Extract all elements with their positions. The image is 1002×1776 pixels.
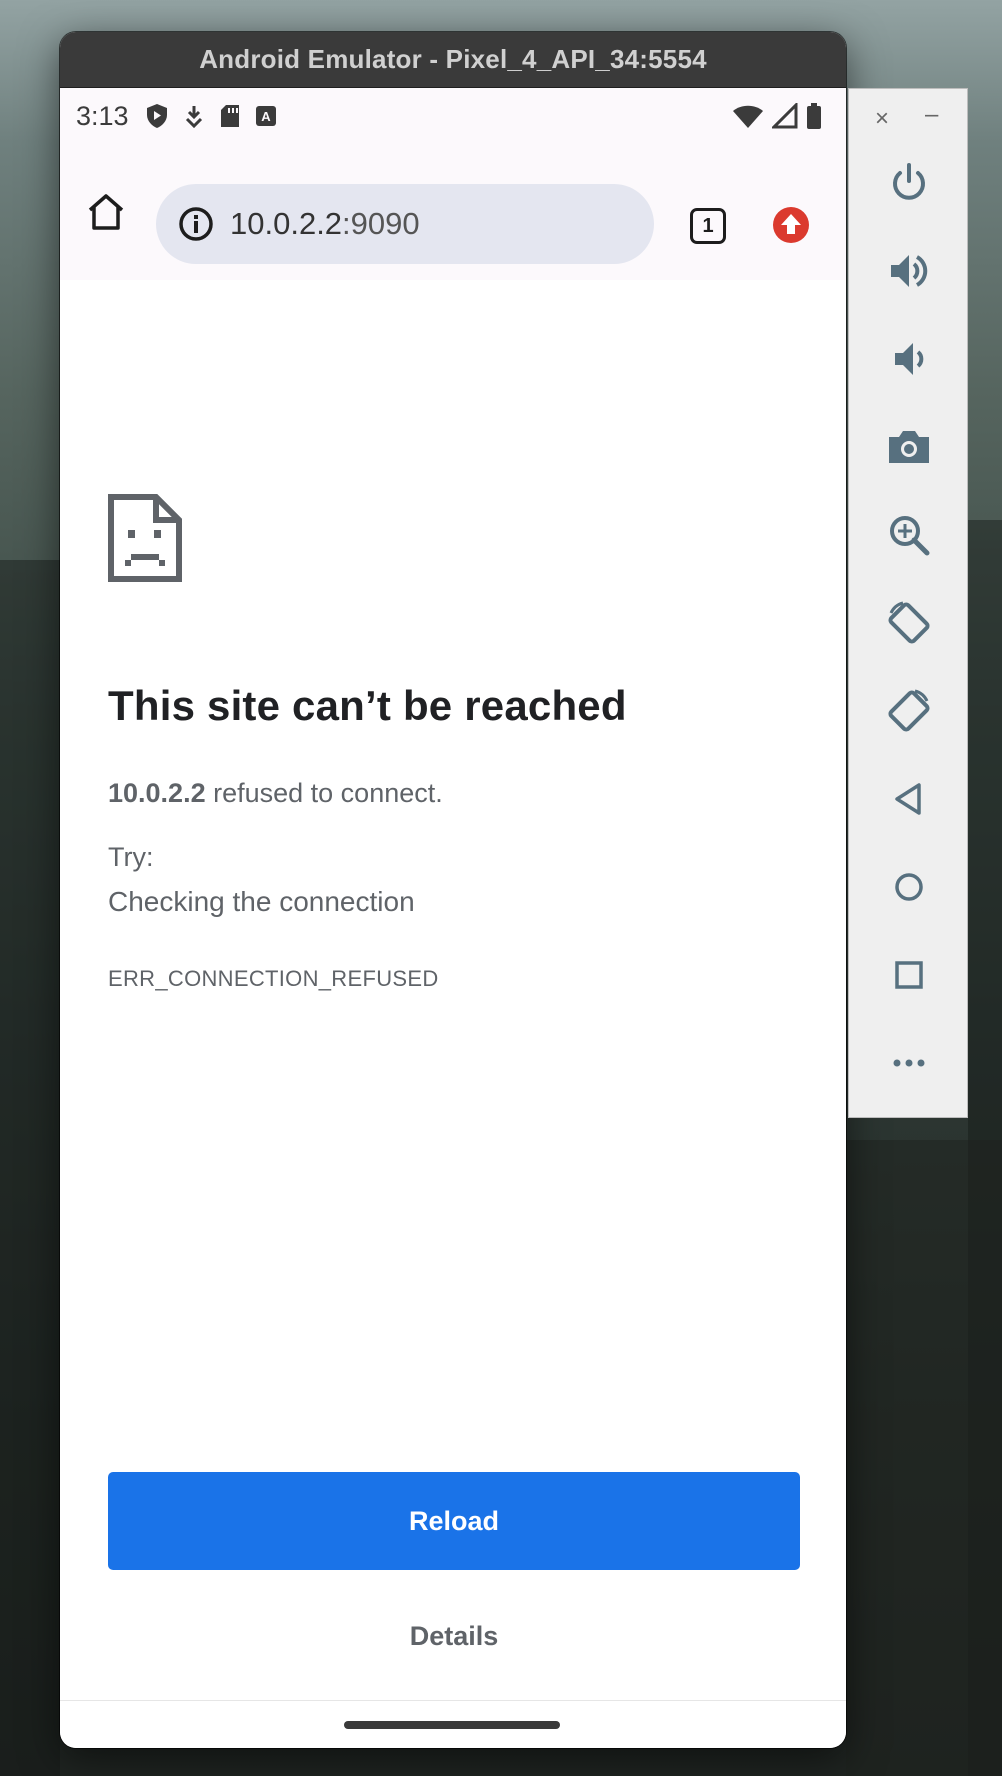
status-bar: 3:13 A (60, 88, 846, 144)
svg-text:A: A (261, 109, 271, 124)
sad-document-icon (108, 494, 182, 582)
error-host: 10.0.2.2 (108, 778, 206, 808)
rotate-right-icon[interactable] (885, 687, 933, 735)
zoom-icon[interactable] (885, 511, 933, 559)
page-content: This site can’t be reached 10.0.2.2 refu… (60, 280, 846, 1732)
background-building (0, 560, 60, 1776)
background-building (846, 1140, 1002, 1776)
error-code: ERR_CONNECTION_REFUSED (108, 966, 439, 991)
update-arrow-icon[interactable] (772, 206, 810, 244)
side-panel-header: × – (849, 89, 969, 145)
reload-label: Reload (408, 1505, 500, 1536)
info-icon[interactable] (178, 206, 214, 242)
battery-icon (807, 103, 821, 129)
browser-toolbar: 10.0.2.2:9090 1 (60, 144, 846, 280)
back-icon[interactable] (885, 775, 933, 823)
window-title: Android Emulator - Pixel_4_API_34:5554 (199, 44, 707, 74)
url-port: :9090 (342, 206, 420, 241)
volume-down-icon[interactable] (885, 335, 933, 383)
reload-button[interactable]: Reload (108, 1472, 800, 1570)
url-host: 10.0.2.2 (230, 206, 343, 241)
url-bar[interactable]: 10.0.2.2:9090 (156, 184, 654, 264)
home-icon[interactable] (86, 192, 126, 232)
cell-signal-icon (772, 103, 798, 129)
emulator-window: Android Emulator - Pixel_4_API_34:5554 3… (60, 32, 846, 1748)
url-text: 10.0.2.2:9090 (230, 206, 420, 242)
minimize-icon[interactable]: – (925, 101, 938, 129)
home-circle-icon[interactable] (885, 863, 933, 911)
tab-switcher-button[interactable]: 1 (690, 208, 726, 244)
details-label: Details (409, 1620, 499, 1651)
close-icon[interactable]: × (875, 105, 889, 133)
gesture-handle[interactable] (344, 1721, 560, 1729)
try-label: Try: (108, 842, 154, 872)
power-icon[interactable] (885, 159, 933, 207)
gesture-nav-bar (60, 1700, 846, 1748)
details-button[interactable]: Details (108, 1596, 800, 1676)
more-icon[interactable] (885, 1039, 933, 1087)
suggestion-text: Checking the connection (108, 886, 415, 917)
error-message: refused to connect. (213, 778, 443, 808)
error-title: This site can’t be reached (108, 682, 627, 729)
overview-icon[interactable] (885, 951, 933, 999)
play-protect-icon (146, 104, 167, 128)
status-time: 3:13 (76, 100, 129, 131)
sd-card-icon (220, 105, 239, 127)
camera-icon[interactable] (885, 423, 933, 471)
title-bar[interactable]: Android Emulator - Pixel_4_API_34:5554 (60, 32, 846, 88)
error-description: 10.0.2.2 refused to connect. (108, 778, 443, 809)
emulator-side-panel: × – (848, 88, 968, 1118)
tab-count: 1 (702, 214, 714, 237)
volume-up-icon[interactable] (885, 247, 933, 295)
keyboard-a-icon: A (255, 106, 276, 126)
rotate-left-icon[interactable] (885, 599, 933, 647)
wifi-icon (733, 105, 763, 128)
download-icon (185, 106, 202, 128)
